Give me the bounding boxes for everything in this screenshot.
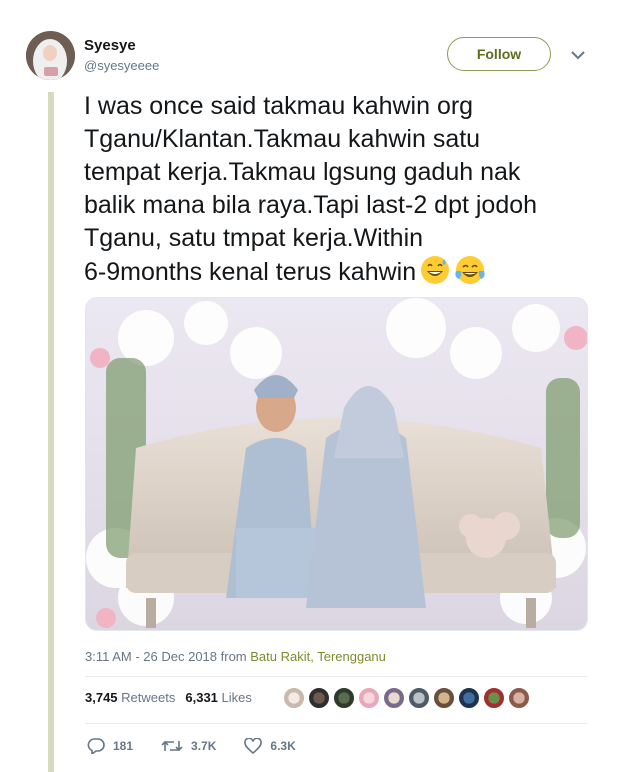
liker-avatar[interactable]: [383, 687, 405, 709]
retweet-count: 3.7K: [191, 739, 217, 753]
reply-icon: [87, 738, 105, 754]
liker-avatar[interactable]: [358, 687, 380, 709]
liker-avatar[interactable]: [483, 687, 505, 709]
reply-count: 181: [113, 739, 134, 753]
tweet-line-last: 6-9months kenal terus kahwin: [84, 255, 589, 294]
chevron-down-icon[interactable]: [569, 46, 587, 64]
liker-avatar[interactable]: [458, 687, 480, 709]
tweet-text: I was once said takmau kahwin org Tganu/…: [84, 90, 589, 294]
retweets-stat[interactable]: 3,745 Retweets: [85, 690, 175, 705]
like-count: 6.3K: [270, 739, 296, 753]
tweet-actions: 181 3.7K 6.3K: [87, 738, 296, 754]
like-button[interactable]: 6.3K: [244, 738, 296, 754]
liker-avatar[interactable]: [283, 687, 305, 709]
tweet-line: balik mana bila raya.Tapi last-2 dpt jod…: [84, 191, 538, 219]
liker-avatar[interactable]: [308, 687, 330, 709]
divider: [85, 723, 588, 724]
likers-avatars: [283, 687, 530, 709]
reply-button[interactable]: 181: [87, 738, 133, 754]
tweet-line: I was once said takmau kahwin org: [84, 92, 474, 120]
tweet-line: Tganu/Klantan.Takmau kahwin satu: [84, 125, 481, 153]
tweet-line-text: 6-9months kenal terus kahwin: [84, 258, 417, 286]
display-name[interactable]: Syesye: [84, 37, 136, 54]
retweets-label: Retweets: [121, 690, 176, 705]
thread-line: [48, 92, 54, 772]
retweet-button[interactable]: 3.7K: [161, 738, 216, 754]
likes-stat[interactable]: 6,331 Likes: [185, 690, 252, 705]
tweet-line: tempat kerja.Takmau lgsung gaduh nak: [84, 158, 521, 186]
divider: [85, 676, 588, 677]
tweet-line: Tganu, satu tmpat kerja.Within: [84, 224, 424, 252]
follow-button[interactable]: Follow: [447, 37, 551, 71]
liker-avatar[interactable]: [333, 687, 355, 709]
tears-of-joy-emoji: [454, 255, 486, 294]
likes-count: 6,331: [185, 690, 218, 705]
retweet-icon: [161, 738, 183, 754]
grinning-sweat-emoji: [420, 255, 450, 294]
engagement-stats: 3,745 Retweets 6,331 Likes: [85, 690, 252, 705]
tweet-meta: 3:11 AM - 26 Dec 2018 from Batu Rakit, T…: [85, 649, 386, 664]
retweets-count: 3,745: [85, 690, 118, 705]
likes-label: Likes: [221, 690, 252, 705]
avatar[interactable]: [26, 31, 75, 80]
liker-avatar[interactable]: [408, 687, 430, 709]
liker-avatar[interactable]: [508, 687, 530, 709]
heart-icon: [244, 738, 263, 754]
timestamp[interactable]: 3:11 AM - 26 Dec 2018: [85, 649, 217, 664]
from-label: from: [220, 649, 247, 664]
user-handle[interactable]: @syesyeeee: [84, 58, 159, 73]
wedding-photo[interactable]: [85, 297, 588, 631]
liker-avatar[interactable]: [433, 687, 455, 709]
location-link[interactable]: Batu Rakit, Terengganu: [250, 649, 386, 664]
